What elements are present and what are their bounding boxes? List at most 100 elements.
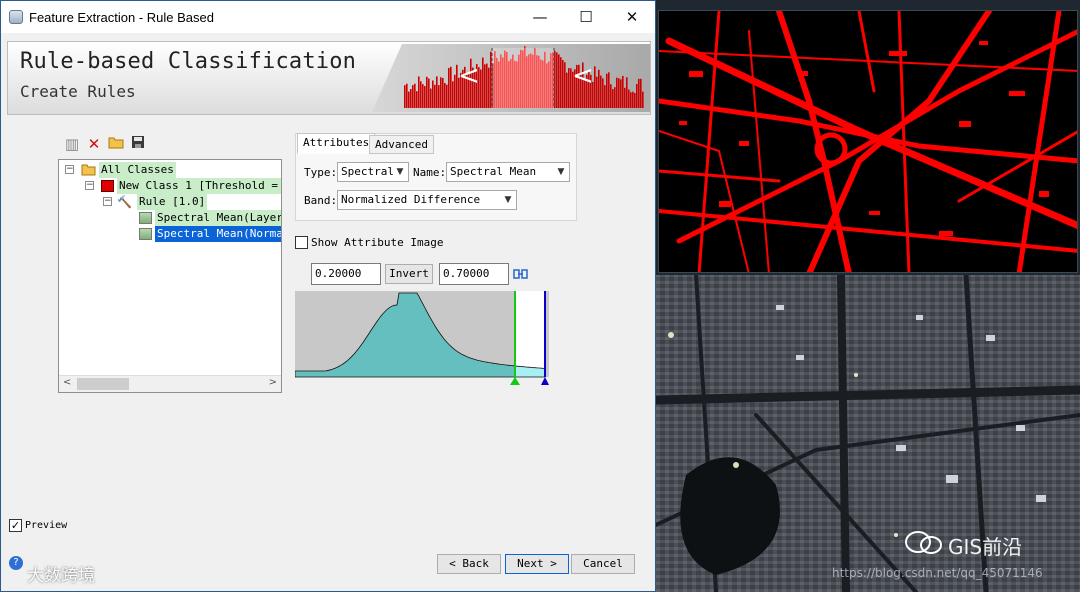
banner-bar — [556, 52, 558, 108]
horizontal-scrollbar[interactable]: < > — [59, 375, 281, 392]
banner-bar — [410, 88, 412, 108]
folder-icon — [81, 164, 96, 176]
name-label: Name: — [413, 166, 447, 179]
delete-icon[interactable]: ✕ — [85, 135, 103, 153]
banner-bar — [412, 85, 414, 108]
link-values-icon[interactable] — [513, 267, 529, 281]
attribute-label: Spectral Mean(Layer — [155, 210, 281, 226]
collapse-toggle[interactable]: − — [85, 181, 94, 190]
banner-bar — [454, 74, 456, 108]
watermark-url: https://blog.csdn.net/qq_45071146 — [832, 566, 1043, 580]
open-folder-icon[interactable] — [107, 135, 125, 153]
banner-bar — [430, 88, 432, 108]
show-attribute-image-checkbox[interactable] — [295, 236, 308, 249]
collapse-toggle[interactable]: − — [65, 165, 74, 174]
close-button[interactable]: ✕ — [609, 1, 655, 33]
band-select[interactable]: Normalized Difference ▼ — [337, 190, 517, 210]
class-label: New Class 1 [Threshold = 0. — [117, 178, 281, 194]
svg-text:<: < — [572, 61, 594, 91]
banner-bar — [640, 78, 642, 108]
banner-bar — [404, 85, 406, 108]
banner-bar — [438, 85, 440, 108]
banner-bar — [418, 76, 420, 108]
banner-bar — [428, 78, 430, 108]
banner-bar — [422, 84, 424, 108]
banner-bar — [442, 78, 444, 108]
attribute-tab-panel: Attributes Advanced Type: Spectral ▼ Nam… — [295, 133, 577, 221]
name-select[interactable]: Spectral Mean ▼ — [446, 162, 570, 182]
watermark-left: 大数跨境 — [27, 566, 95, 586]
gavel-icon: 🔨 — [117, 195, 132, 209]
banner-bar — [440, 77, 442, 108]
scroll-right-icon[interactable]: > — [269, 377, 277, 388]
type-select[interactable]: Spectral ▼ — [337, 162, 409, 182]
banner-bar — [486, 63, 488, 108]
banner-bar — [452, 81, 454, 108]
banner-bar — [568, 68, 570, 108]
banner-histogram-graphic: < < — [372, 44, 650, 112]
banner-bar — [612, 89, 614, 108]
banner-bar — [414, 83, 416, 108]
tab-attributes[interactable]: Attributes — [297, 133, 376, 154]
banner-bar — [436, 76, 438, 108]
help-icon[interactable]: ? — [9, 556, 23, 570]
banner-bar — [602, 78, 604, 108]
tab-advanced[interactable]: Advanced — [369, 135, 434, 154]
scroll-thumb[interactable] — [77, 378, 129, 390]
histogram-selected-range — [515, 291, 545, 377]
rule-tree-view[interactable]: − All Classes − New Class 1 [Threshold =… — [58, 159, 282, 393]
max-handle-icon[interactable] — [541, 377, 549, 385]
banner-bar — [450, 66, 452, 108]
show-attribute-image-label: Show Attribute Image — [311, 236, 444, 249]
collapse-toggle[interactable]: − — [103, 197, 112, 206]
banner-bar — [600, 75, 602, 108]
banner-bar — [420, 81, 422, 108]
max-threshold-input[interactable]: 0.70000 — [439, 263, 509, 285]
banner-bar — [424, 86, 426, 108]
banner-bar — [610, 84, 612, 108]
banner-bar — [622, 75, 624, 108]
save-icon[interactable] — [129, 135, 147, 153]
banner-bar — [598, 69, 600, 108]
chevron-down-icon: ▼ — [557, 167, 565, 177]
banner-bar — [408, 91, 410, 108]
cancel-button[interactable]: Cancel — [571, 554, 635, 574]
new-icon[interactable]: ▥ — [63, 135, 81, 153]
min-threshold-input[interactable]: 0.20000 — [311, 263, 381, 285]
banner-bar — [604, 85, 606, 108]
minimize-button[interactable]: — — [517, 1, 563, 33]
attribute-icon — [139, 228, 152, 240]
next-button[interactable]: Next > — [505, 554, 569, 574]
invert-button[interactable]: Invert — [385, 264, 433, 284]
app-icon — [9, 10, 23, 24]
window-title: Feature Extraction - Rule Based — [29, 10, 214, 25]
chat-bubble-icon — [905, 531, 942, 554]
all-classes-label: All Classes — [99, 162, 176, 178]
banner-bar — [616, 77, 618, 108]
maximize-button[interactable]: ☐ — [563, 1, 609, 33]
attribute-histogram[interactable] — [295, 291, 549, 385]
banner-bar — [482, 57, 484, 108]
banner-bar — [444, 83, 446, 108]
banner-bar — [624, 87, 626, 108]
banner-bar — [638, 78, 640, 108]
banner-bar — [564, 62, 566, 108]
banner-bar — [416, 91, 418, 108]
banner-bar — [490, 51, 492, 108]
title-bar: Feature Extraction - Rule Based — ☐ ✕ — [1, 1, 655, 33]
scroll-left-icon[interactable]: < — [63, 377, 71, 388]
preview-checkbox[interactable]: ✓ — [9, 519, 22, 532]
banner-bar — [566, 72, 568, 108]
back-button[interactable]: < Back — [437, 554, 501, 574]
banner-bar — [634, 92, 636, 108]
band-value: Normalized Difference — [341, 193, 481, 206]
banner-bar — [608, 72, 610, 108]
min-handle-icon[interactable] — [510, 377, 520, 385]
banner-bar — [434, 84, 436, 108]
banner-bar — [484, 64, 486, 108]
banner-bar — [618, 78, 620, 108]
name-value: Spectral Mean — [450, 165, 537, 178]
banner-bar — [560, 57, 562, 108]
red-road-map — [659, 11, 1077, 272]
type-value: Spectral — [341, 165, 394, 178]
